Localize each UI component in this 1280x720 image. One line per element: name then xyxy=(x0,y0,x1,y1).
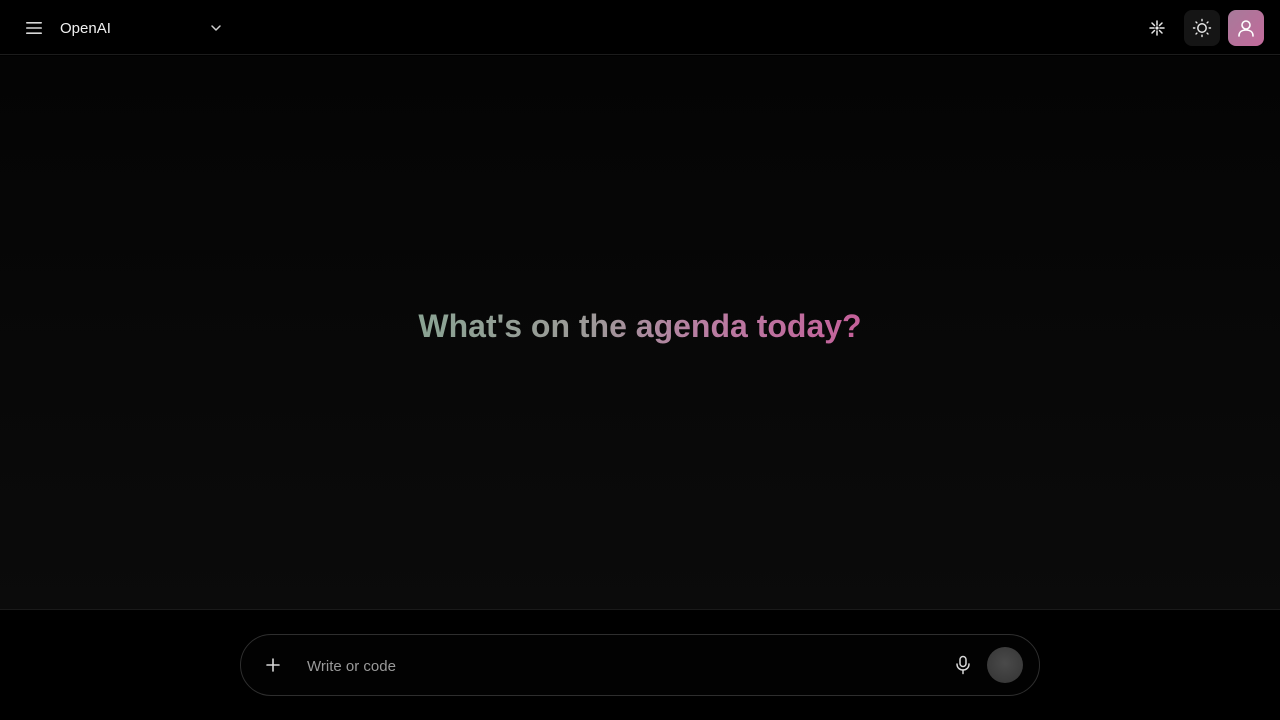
chevron-down-icon xyxy=(211,25,221,31)
user-avatar[interactable] xyxy=(1228,10,1264,46)
theme-toggle-button[interactable] xyxy=(1184,10,1220,46)
user-icon xyxy=(1238,20,1254,37)
model-selector[interactable]: OpenAI xyxy=(52,12,232,44)
sun-icon xyxy=(1192,18,1212,38)
app-window: OpenAI What's on the agenda today? Write… xyxy=(0,0,1280,720)
main-content: What's on the agenda today? xyxy=(0,56,1280,609)
greeting-heading: What's on the agenda today? xyxy=(418,308,862,344)
menu-button[interactable] xyxy=(18,12,50,44)
top-bar: OpenAI xyxy=(0,0,1280,55)
voice-input-button[interactable] xyxy=(947,649,979,681)
attach-button[interactable] xyxy=(257,649,289,681)
model-label: OpenAI xyxy=(60,19,111,37)
sparkle-button[interactable] xyxy=(1139,10,1175,46)
composer-area xyxy=(0,609,1280,720)
composer xyxy=(240,634,1040,696)
plus-icon xyxy=(266,658,280,672)
send-button[interactable] xyxy=(987,647,1023,683)
greeting-container: What's on the agenda today? xyxy=(0,306,1280,346)
microphone-icon xyxy=(956,655,970,675)
hamburger-menu-icon xyxy=(26,22,42,34)
message-input[interactable] xyxy=(305,651,929,681)
sparkle-icon xyxy=(1149,20,1165,36)
